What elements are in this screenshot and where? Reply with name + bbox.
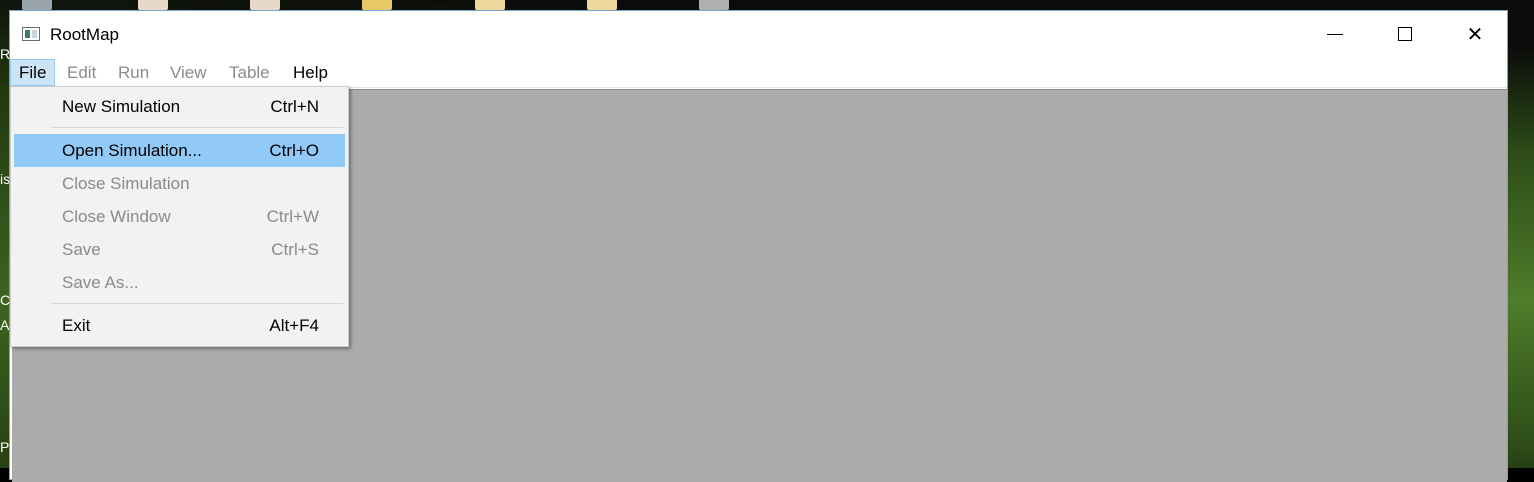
menu-item-open-simulation[interactable]: Open Simulation... Ctrl+O (14, 134, 345, 167)
menu-item-exit[interactable]: Exit Alt+F4 (14, 309, 345, 342)
menu-item-label: Save (62, 240, 101, 259)
menu-item-label: Close Simulation (62, 174, 190, 193)
menu-separator (51, 303, 343, 304)
menu-item-close-simulation[interactable]: Close Simulation (14, 167, 345, 200)
menu-item-label: Open Simulation... (62, 141, 202, 160)
menu-edit[interactable]: Edit (59, 59, 104, 86)
menu-item-label: Close Window (62, 207, 171, 226)
menu-item-shortcut: Ctrl+W (266, 207, 319, 226)
menu-item-shortcut: Alt+F4 (269, 316, 319, 335)
menu-item-shortcut: Ctrl+O (269, 141, 319, 160)
menu-file[interactable]: File (10, 59, 56, 86)
menu-item-shortcut: Ctrl+S (271, 240, 319, 259)
menu-separator (51, 127, 343, 128)
app-window-icon[interactable] (22, 27, 40, 41)
desktop-app-icon[interactable] (699, 0, 729, 10)
desktop-pdf-icon[interactable] (138, 0, 168, 10)
desktop-folder-icon[interactable] (475, 0, 505, 10)
desktop-icon-label: A (0, 317, 10, 333)
title-bar[interactable]: RootMap ✕ (10, 11, 1507, 57)
menu-item-close-window[interactable]: Close Window Ctrl+W (14, 200, 345, 233)
maximize-icon (1398, 27, 1412, 41)
close-icon: ✕ (1466, 23, 1484, 46)
minimize-button[interactable] (1300, 11, 1370, 57)
menu-bar: File Edit Run View Table Help (10, 57, 1507, 88)
maximize-button[interactable] (1370, 11, 1440, 57)
menu-item-label: New Simulation (62, 97, 181, 116)
window-title: RootMap (50, 25, 119, 44)
menu-item-label: Save As... (62, 273, 139, 292)
menu-item-new-simulation[interactable]: New Simulation Ctrl+N (14, 90, 345, 123)
file-menu-dropdown: New Simulation Ctrl+N Open Simulation...… (10, 86, 349, 347)
desktop-folder-icon[interactable] (587, 0, 617, 10)
menu-item-save[interactable]: Save Ctrl+S (14, 233, 345, 266)
menu-view[interactable]: View (162, 59, 215, 86)
menu-item-label: Exit (62, 316, 91, 335)
minimize-icon (1327, 33, 1343, 35)
desktop-folder-icon[interactable] (362, 0, 392, 10)
menu-item-save-as[interactable]: Save As... (14, 266, 345, 299)
menu-item-shortcut: Ctrl+N (270, 97, 319, 116)
menu-help[interactable]: Help (285, 59, 336, 86)
menu-run[interactable]: Run (110, 59, 157, 86)
desktop-recycle-bin-icon[interactable] (22, 0, 52, 10)
desktop-icon-label: P (0, 439, 10, 455)
menu-table[interactable]: Table (221, 59, 278, 86)
desktop-pdf-icon[interactable] (250, 0, 280, 10)
close-button[interactable]: ✕ (1440, 11, 1510, 57)
